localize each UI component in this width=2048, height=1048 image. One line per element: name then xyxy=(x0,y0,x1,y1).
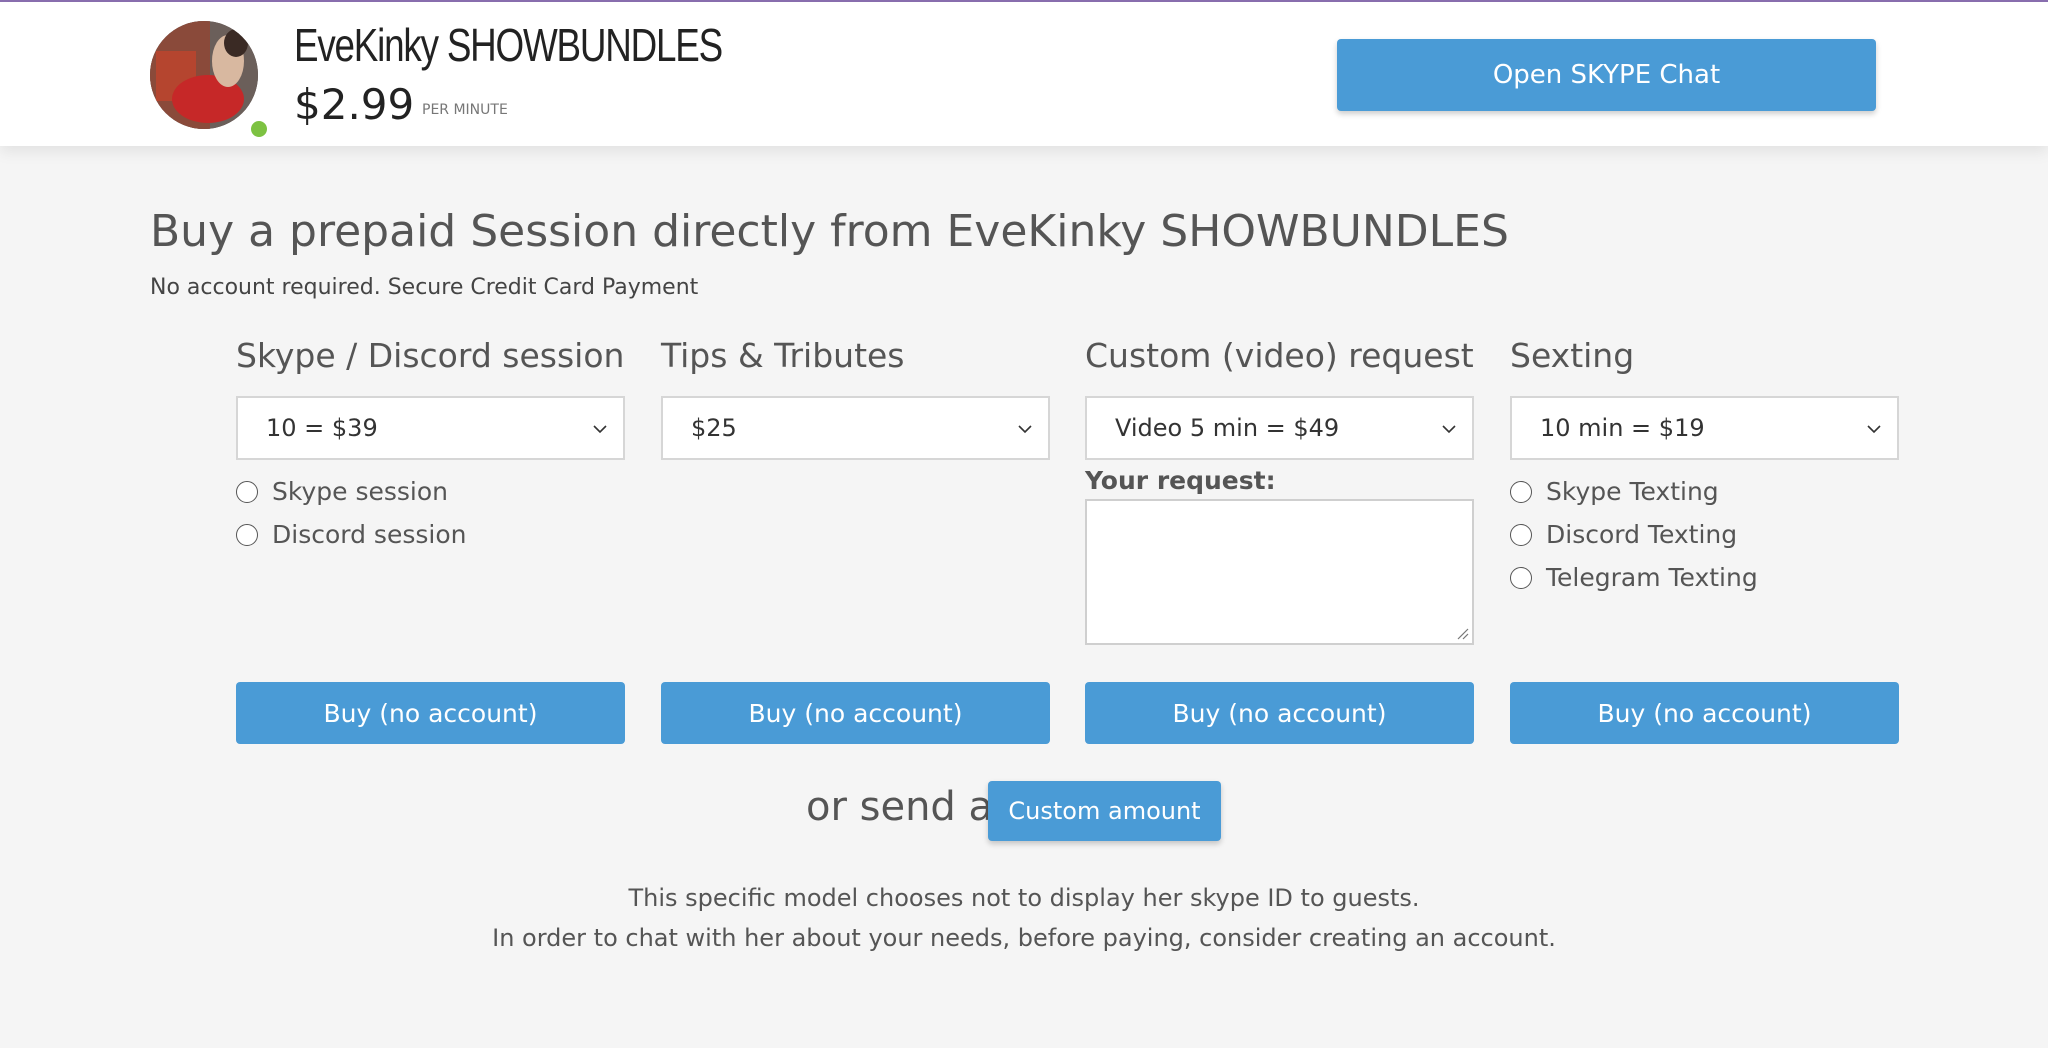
sexting-column-title: Sexting xyxy=(1510,336,1635,375)
buy-session-button[interactable]: Buy (no account) xyxy=(236,682,625,744)
price-per-minute: $2.99 xyxy=(294,80,415,129)
sexting-package-value: 10 min = $19 xyxy=(1540,414,1705,442)
tips-column-title: Tips & Tributes xyxy=(661,336,905,375)
radio-skype-session[interactable]: Skype session xyxy=(236,470,625,513)
model-avatar[interactable] xyxy=(150,21,258,129)
radio-skype-texting[interactable]: Skype Texting xyxy=(1510,470,1899,513)
price-unit-label: PER MINUTE xyxy=(422,102,508,118)
chevron-down-icon xyxy=(1867,425,1881,434)
model-name[interactable]: EveKinky SHOWBUNDLES xyxy=(294,18,723,72)
online-status-indicator xyxy=(249,119,269,139)
sexting-column: Sexting 10 min = $19 Skype Texting Disco… xyxy=(1510,336,1899,599)
radio-button[interactable] xyxy=(1510,566,1532,589)
radio-label: Discord Texting xyxy=(1546,520,1738,549)
radio-discord-texting[interactable]: Discord Texting xyxy=(1510,513,1899,556)
radio-button[interactable] xyxy=(1510,523,1532,546)
radio-button[interactable] xyxy=(1510,480,1532,503)
session-package-value: 10 = $39 xyxy=(266,414,378,442)
open-skype-chat-button[interactable]: Open SKYPE Chat xyxy=(1337,39,1876,111)
sexting-package-select[interactable]: 10 min = $19 xyxy=(1510,396,1899,460)
page-subtitle: No account required. Secure Credit Card … xyxy=(150,275,699,300)
chevron-down-icon xyxy=(593,425,607,434)
radio-label: Skype session xyxy=(272,477,448,506)
session-column-title: Skype / Discord session xyxy=(236,336,625,375)
tip-amount-value: $25 xyxy=(691,414,737,442)
your-request-label: Your request: xyxy=(1085,466,1276,495)
session-column: Skype / Discord session 10 = $39 Skype s… xyxy=(236,336,625,556)
custom-amount-button[interactable]: Custom amount xyxy=(988,781,1221,841)
tip-amount-select[interactable]: $25 xyxy=(661,396,1050,460)
chevron-down-icon xyxy=(1442,425,1456,434)
buy-tip-button[interactable]: Buy (no account) xyxy=(661,682,1050,744)
radio-button[interactable] xyxy=(236,480,258,503)
radio-discord-session[interactable]: Discord session xyxy=(236,513,625,556)
radio-telegram-texting[interactable]: Telegram Texting xyxy=(1510,556,1899,599)
radio-button[interactable] xyxy=(236,523,258,546)
avatar-photo-icon xyxy=(150,21,258,129)
radio-label: Discord session xyxy=(272,520,467,549)
chevron-down-icon xyxy=(1018,425,1032,434)
profile-header: EveKinky SHOWBUNDLES $2.99 PER MINUTE Op… xyxy=(0,2,2048,146)
guest-info-line-1: This specific model chooses not to displ… xyxy=(628,884,1420,912)
session-package-select[interactable]: 10 = $39 xyxy=(236,396,625,460)
or-send-text: or send a xyxy=(806,784,994,830)
radio-label: Skype Texting xyxy=(1546,477,1719,506)
page-title: Buy a prepaid Session directly from EveK… xyxy=(150,206,1509,257)
custom-request-column: Custom (video) request Video 5 min = $49… xyxy=(1085,336,1474,645)
video-package-value: Video 5 min = $49 xyxy=(1115,414,1340,442)
guest-info-line-2: In order to chat with her about your nee… xyxy=(492,924,1556,952)
buy-sexting-button[interactable]: Buy (no account) xyxy=(1510,682,1899,744)
custom-request-column-title: Custom (video) request xyxy=(1085,336,1474,375)
video-package-select[interactable]: Video 5 min = $49 xyxy=(1085,396,1474,460)
tips-column: Tips & Tributes $25 xyxy=(661,336,1050,460)
request-textarea[interactable] xyxy=(1085,499,1474,645)
buy-custom-request-button[interactable]: Buy (no account) xyxy=(1085,682,1474,744)
radio-label: Telegram Texting xyxy=(1546,563,1758,592)
resize-handle-icon[interactable] xyxy=(1455,626,1469,640)
